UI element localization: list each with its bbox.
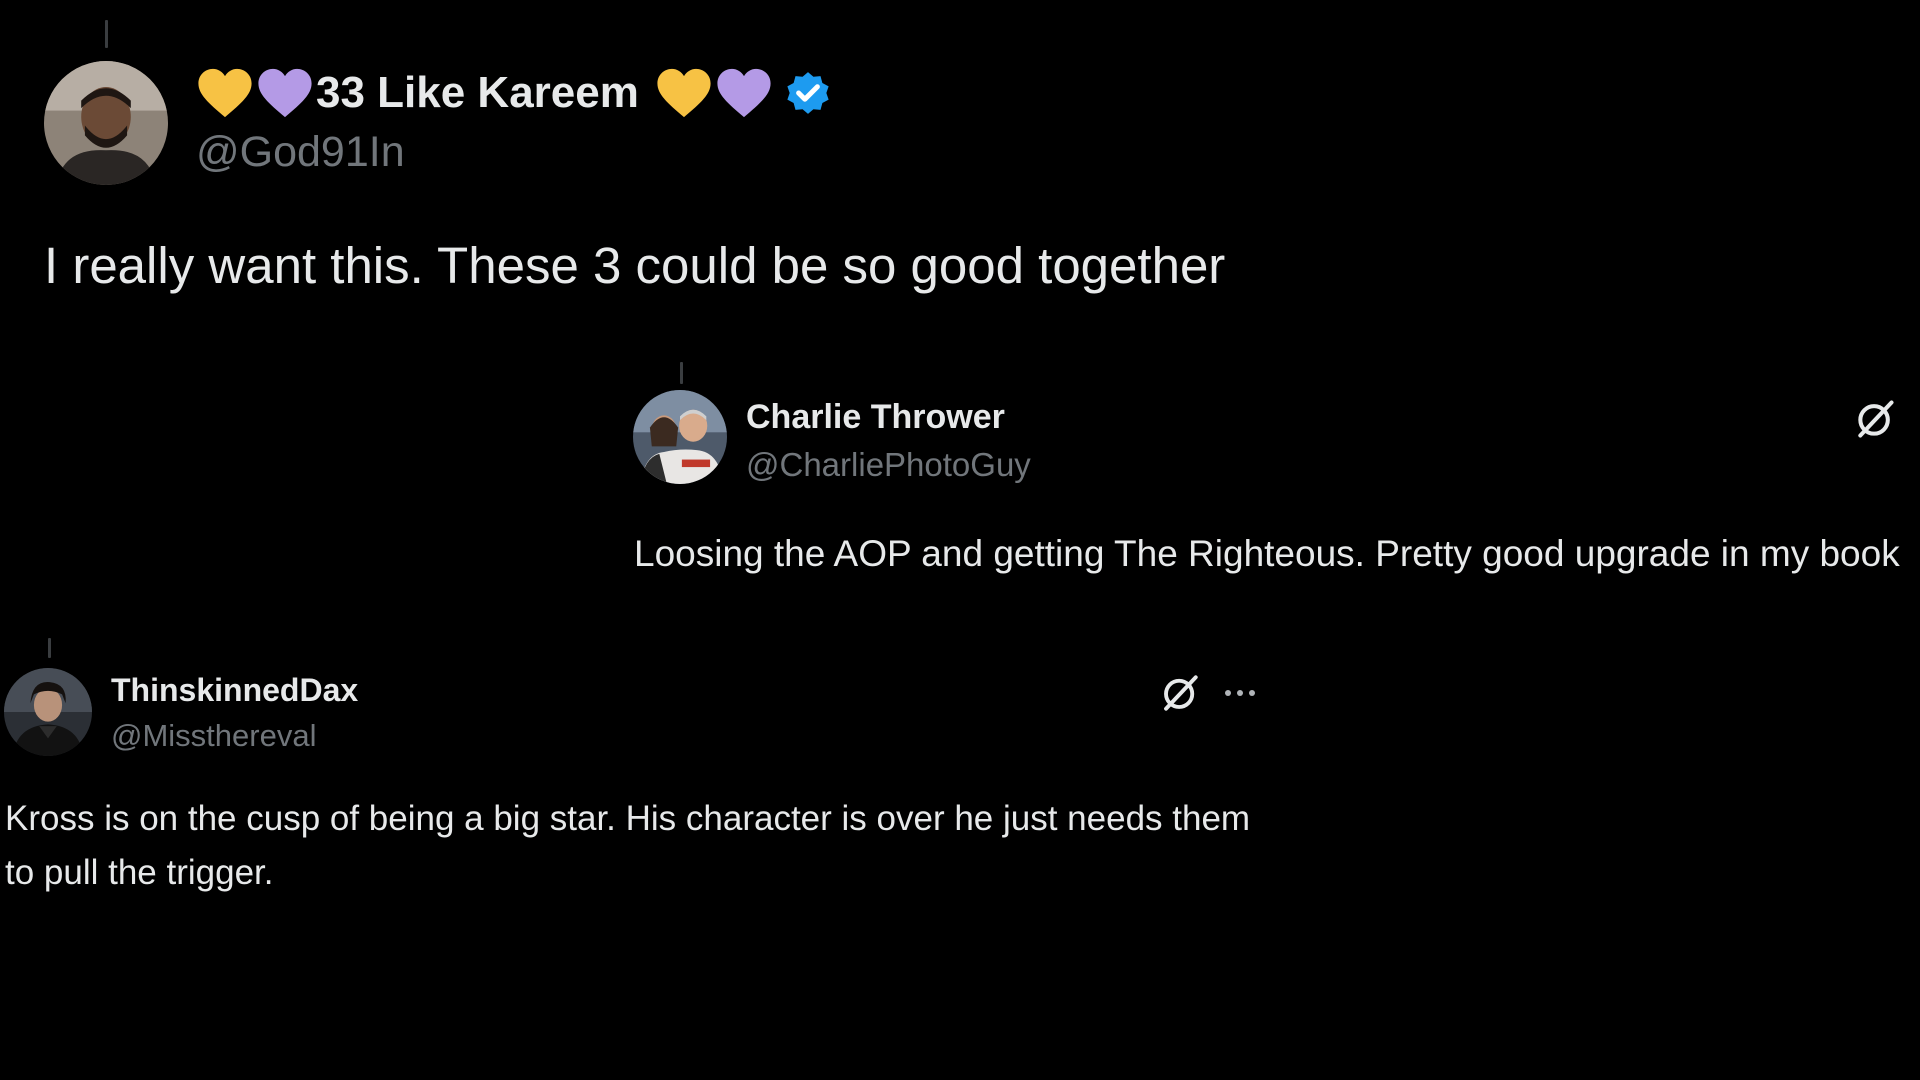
tweet-text: Loosing the AOP and getting The Righteou… [634,533,1900,574]
thread-line [105,20,108,48]
verified-badge-icon[interactable] [783,68,833,118]
yellow-heart-icon [655,66,713,120]
grok-icon[interactable] [1155,668,1205,718]
user-handle[interactable]: @God91In [196,128,405,177]
tweet-text: Kross is on the cusp of being a big star… [5,799,1251,892]
more-options-icon[interactable] [1215,668,1265,718]
thread-line [680,362,683,384]
user-handle[interactable]: @Missthereval [111,718,316,754]
display-name[interactable]: ThinskinnedDax [111,672,358,709]
tweet-text: I really want this. These 3 could be so … [44,237,1226,294]
avatar[interactable] [633,390,727,484]
profile-photo [633,390,727,484]
avatar[interactable] [4,668,92,756]
user-handle[interactable]: @CharliePhotoGuy [746,446,1031,484]
reply-thread: 33 Like Kareem @God91In I really want th… [0,0,1920,1080]
profile-photo [44,61,168,185]
tweet[interactable]: Charlie Thrower @CharliePhotoGuy Loosing… [620,350,1920,640]
tweet[interactable]: 33 Like Kareem @God91In I really want th… [0,0,1920,340]
grok-icon[interactable] [1850,394,1900,444]
thread-line [48,638,51,658]
purple-heart-icon [715,66,773,120]
tweet[interactable]: ThinskinnedDax @Missthereval Kross is on… [0,632,1300,932]
avatar[interactable] [44,61,168,185]
purple-heart-icon [256,66,314,120]
display-name[interactable]: 33 Like Kareem [196,62,833,124]
display-name[interactable]: Charlie Thrower [746,398,1005,437]
profile-photo [4,668,92,756]
display-name-text: 33 Like Kareem [316,68,639,117]
yellow-heart-icon [196,66,254,120]
